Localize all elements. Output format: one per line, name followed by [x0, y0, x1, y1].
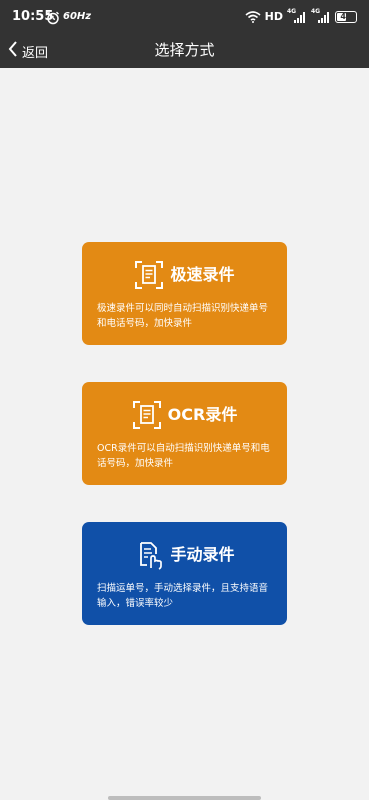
hd-label: HD — [264, 10, 283, 23]
option-card-ocr-entry[interactable]: OCR录件 OCR录件可以自动扫描识别快递单号和电话号码，加快录件 — [82, 382, 287, 485]
card-description: OCR录件可以自动扫描识别快递单号和电话号码，加快录件 — [97, 443, 270, 469]
wifi-icon — [245, 8, 261, 27]
refresh-rate-indicator: 60Hz — [63, 11, 92, 22]
status-bar: 10:55 60Hz HD 4G 4G 47 — [0, 0, 369, 34]
card-title: 极速录件 — [170, 265, 235, 284]
card-header: 极速录件 — [82, 258, 287, 292]
top-bar: 10:55 60Hz HD 4G 4G 47 返回 选择方式 — [0, 0, 369, 68]
card-title: OCR录件 — [167, 405, 238, 424]
scan-document-icon — [134, 260, 164, 290]
scan-document-icon — [132, 400, 162, 430]
home-indicator[interactable] — [108, 796, 261, 800]
option-card-fast-entry[interactable]: 极速录件 极速录件可以同时自动扫描识别快递单号和电话号码，加快录件 — [82, 242, 287, 345]
card-description: 极速录件可以同时自动扫描识别快递单号和电话号码，加快录件 — [97, 303, 269, 329]
nav-bar: 返回 选择方式 — [0, 34, 369, 68]
option-card-manual-entry[interactable]: 手动录件 扫描运单号，手动选择录件，且支持语音输入，错误率较少 — [82, 522, 287, 625]
battery-icon: 47 — [335, 11, 357, 23]
card-header: 手动录件 — [82, 538, 287, 572]
page-title: 选择方式 — [154, 41, 215, 59]
battery-level: 47 — [340, 12, 352, 21]
card-header: OCR录件 — [82, 398, 287, 432]
signal-icon-2: 4G — [311, 8, 331, 24]
card-title: 手动录件 — [170, 545, 235, 564]
card-description: 扫描运单号，手动选择录件，且支持语音输入，错误率较少 — [97, 583, 269, 609]
status-right-group: HD 4G 4G 47 — [245, 8, 357, 27]
manual-entry-hand-icon — [134, 540, 164, 570]
alarm-icon — [46, 10, 60, 25]
signal-icon: 4G — [287, 8, 307, 24]
